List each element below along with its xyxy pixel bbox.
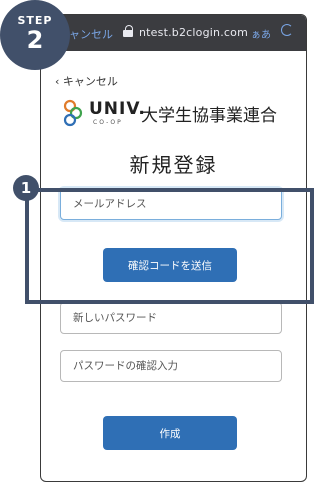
lock-icon (123, 25, 133, 37)
coop-logo: UNIV. CO-OP 大学生協事業連合 (63, 95, 303, 135)
text-size-button[interactable]: ぁあ (251, 26, 271, 41)
back-link[interactable]: ‹ キャンセル (55, 73, 118, 89)
chevron-left-icon: ‹ (55, 75, 60, 88)
new-password-field[interactable] (60, 302, 282, 334)
coop-mark-icon (63, 99, 83, 127)
brand-name: UNIV. (89, 99, 146, 119)
step-number: 2 (26, 26, 44, 54)
step-marker: 1 (13, 175, 39, 201)
browser-cancel-link[interactable]: ャンセル (69, 26, 113, 42)
organization-name: 大学生協事業連合 (141, 106, 277, 126)
reload-icon[interactable] (281, 24, 293, 36)
url-text[interactable]: ntest.b2clogin.com (139, 26, 248, 39)
highlight-frame (25, 188, 314, 304)
confirm-password-field[interactable] (60, 350, 282, 382)
back-label: キャンセル (62, 75, 118, 88)
brand-sub: CO-OP (93, 119, 123, 126)
browser-address-bar: ャンセル ntest.b2clogin.com ぁあ (41, 15, 306, 51)
page-title: 新規登録 (129, 153, 218, 177)
create-button[interactable]: 作成 (103, 416, 237, 450)
step-badge: STEP 2 (0, 0, 70, 70)
